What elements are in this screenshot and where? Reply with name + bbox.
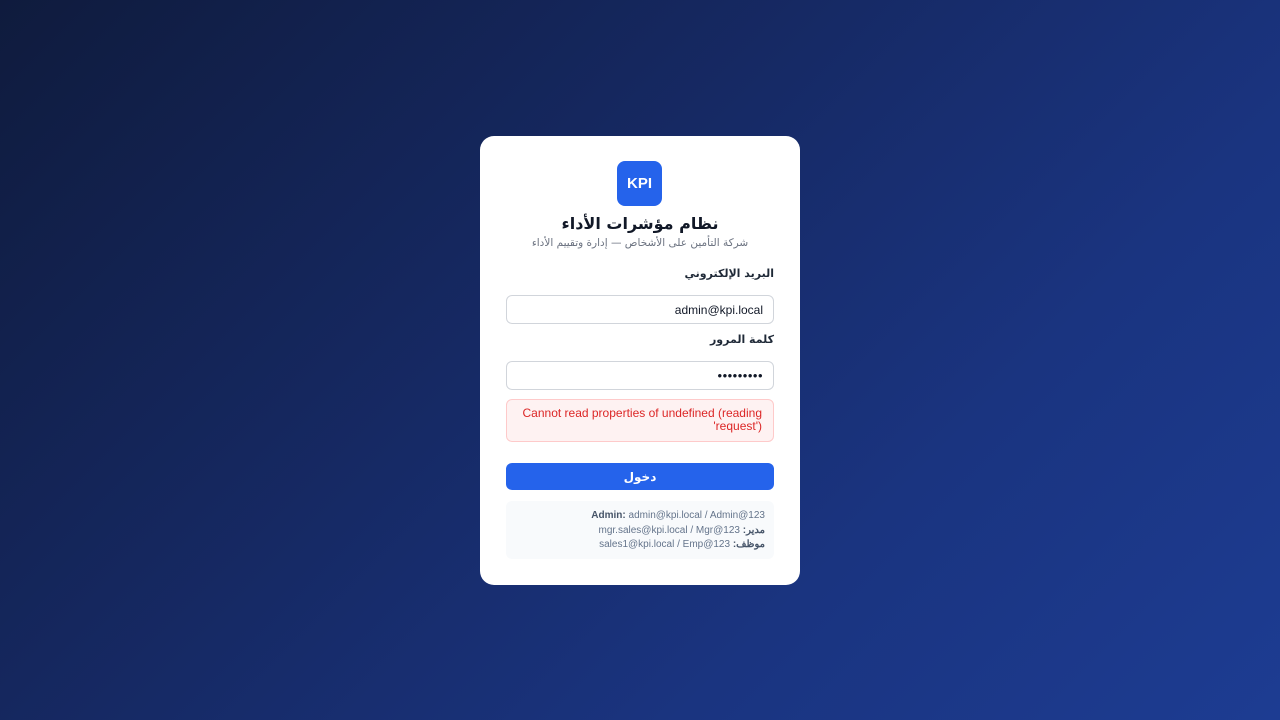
- login-button[interactable]: دخول: [506, 463, 774, 490]
- hint-credentials: admin@kpi.local / Admin@123: [628, 510, 765, 521]
- credential-hint-row: مدير: mgr.sales@kpi.local / Mgr@123: [515, 524, 766, 539]
- hint-credentials: sales1@kpi.local / Emp@123: [599, 539, 731, 550]
- credential-hint-row: Admin: admin@kpi.local / Admin@123: [515, 509, 765, 524]
- password-field[interactable]: [506, 361, 774, 390]
- hint-credentials: mgr.sales@kpi.local / Mgr@123: [598, 524, 740, 536]
- password-label: كلمة المرور: [709, 333, 774, 346]
- error-message: Cannot read properties of undefined (rea…: [522, 406, 763, 433]
- error-alert: Cannot read properties of undefined (rea…: [506, 399, 774, 442]
- email-label: البريد الإلكتروني: [684, 267, 774, 280]
- credential-hint-row: موظف: sales1@kpi.local / Emp@123: [515, 538, 765, 553]
- hint-role: مدير:: [742, 524, 765, 536]
- hint-role: موظف:: [732, 539, 765, 550]
- email-field[interactable]: [506, 295, 774, 324]
- demo-credentials-box: Admin: admin@kpi.local / Admin@123 مدير:…: [506, 501, 774, 559]
- logo-text: KPI: [626, 175, 652, 192]
- page-subtitle: شركة التأمين على الأشخاص — إدارة وتقييم …: [531, 237, 749, 249]
- hint-role: Admin:: [591, 510, 626, 521]
- page-title: نظام مؤشرات الأداء: [561, 214, 719, 233]
- login-card: KPI نظام مؤشرات الأداء شركة التأمين على …: [480, 136, 800, 585]
- kpi-logo: KPI: [617, 161, 662, 206]
